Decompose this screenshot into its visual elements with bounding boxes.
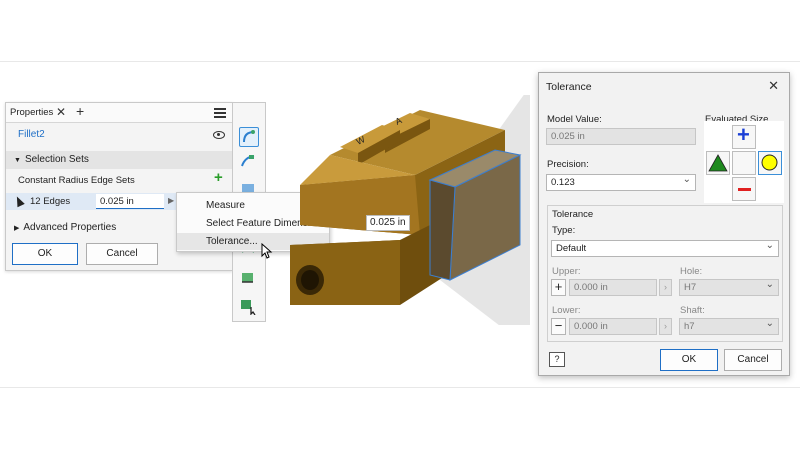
visibility-eye-icon[interactable] (213, 131, 225, 139)
precision-select[interactable]: 0.123 (546, 174, 696, 191)
upper-field: 0.000 in (569, 279, 657, 296)
tab-properties[interactable]: Properties (10, 107, 53, 118)
lower-size-button[interactable] (732, 177, 756, 201)
plus-icon: + (737, 122, 750, 147)
advanced-properties-label: Advanced Properties (23, 222, 117, 233)
circle-icon (761, 154, 778, 171)
close-icon[interactable]: ✕ (768, 78, 779, 94)
shaft-label: Shaft: (680, 305, 705, 316)
collapse-triangle-icon: ▼ (14, 157, 21, 164)
fillet-tool-icon[interactable] (239, 127, 259, 147)
edges-count: 12 Edges (30, 196, 71, 207)
upper-arrow-button: › (659, 279, 672, 296)
part-model-3d: W A (290, 95, 530, 325)
feature-name[interactable]: Fillet2 (18, 129, 45, 140)
menu-icon[interactable] (214, 108, 226, 118)
lower-limit-button[interactable] (706, 151, 730, 175)
selection-sets-label: Selection Sets (24, 154, 89, 165)
tolerance-ok-button[interactable]: OK (660, 349, 718, 371)
evaluated-size-picker: + (704, 121, 784, 203)
model-value-field: 0.025 in (546, 128, 696, 145)
upper-size-button[interactable]: + (732, 122, 756, 149)
selection-sets-header[interactable]: ▼ Selection Sets (6, 151, 232, 169)
tolerance-group-label: Tolerance (552, 209, 594, 220)
edge-sets-label: Constant Radius Edge Sets (18, 175, 135, 186)
type-select[interactable]: Default (551, 240, 779, 257)
close-icon[interactable]: ✕ (56, 105, 66, 119)
variable-fillet-icon[interactable] (239, 153, 259, 173)
expand-triangle-icon: ▶ (14, 225, 20, 232)
lower-label: Lower: (552, 305, 581, 316)
flyout-arrow-icon[interactable]: ▶ (168, 196, 174, 205)
lower-arrow-button: › (659, 318, 672, 335)
top-divider (0, 61, 800, 62)
shaft-select: h7 (679, 318, 779, 335)
bottom-divider (0, 387, 800, 388)
help-icon[interactable]: ? (549, 352, 565, 367)
properties-tab-bar: Properties ✕ + (6, 103, 232, 123)
loop-select-icon[interactable] (239, 269, 259, 289)
feature-select-icon[interactable] (239, 297, 259, 317)
triangle-icon (708, 154, 728, 172)
precision-label: Precision: (547, 159, 589, 170)
tolerance-group: Tolerance Type: Default Upper: + 0.000 i… (547, 205, 783, 342)
model-value-label: Model Value: (547, 114, 602, 125)
tolerance-dialog: Tolerance ✕ Model Value: 0.025 in Precis… (538, 72, 790, 376)
minus-icon (738, 188, 751, 191)
select-cursor-icon (13, 194, 25, 208)
median-button[interactable] (758, 151, 782, 175)
tolerance-cancel-button[interactable]: Cancel (724, 349, 782, 371)
nominal-button[interactable] (732, 151, 756, 175)
add-tab-icon[interactable]: + (76, 103, 84, 119)
lower-minus-button: − (551, 318, 566, 335)
upper-plus-button: + (551, 279, 566, 296)
lower-field: 0.000 in (569, 318, 657, 335)
hole-label: Hole: (680, 266, 703, 277)
ok-button[interactable]: OK (12, 243, 78, 265)
radius-input[interactable]: 0.025 in (96, 194, 164, 209)
dialog-title: Tolerance (546, 81, 592, 93)
dimension-label[interactable]: 0.025 in (366, 215, 410, 231)
add-edge-set-icon[interactable]: + (214, 169, 223, 186)
upper-label: Upper: (552, 266, 581, 277)
cancel-button[interactable]: Cancel (86, 243, 158, 265)
type-label: Type: (552, 225, 576, 236)
hole-select: H7 (679, 279, 779, 296)
